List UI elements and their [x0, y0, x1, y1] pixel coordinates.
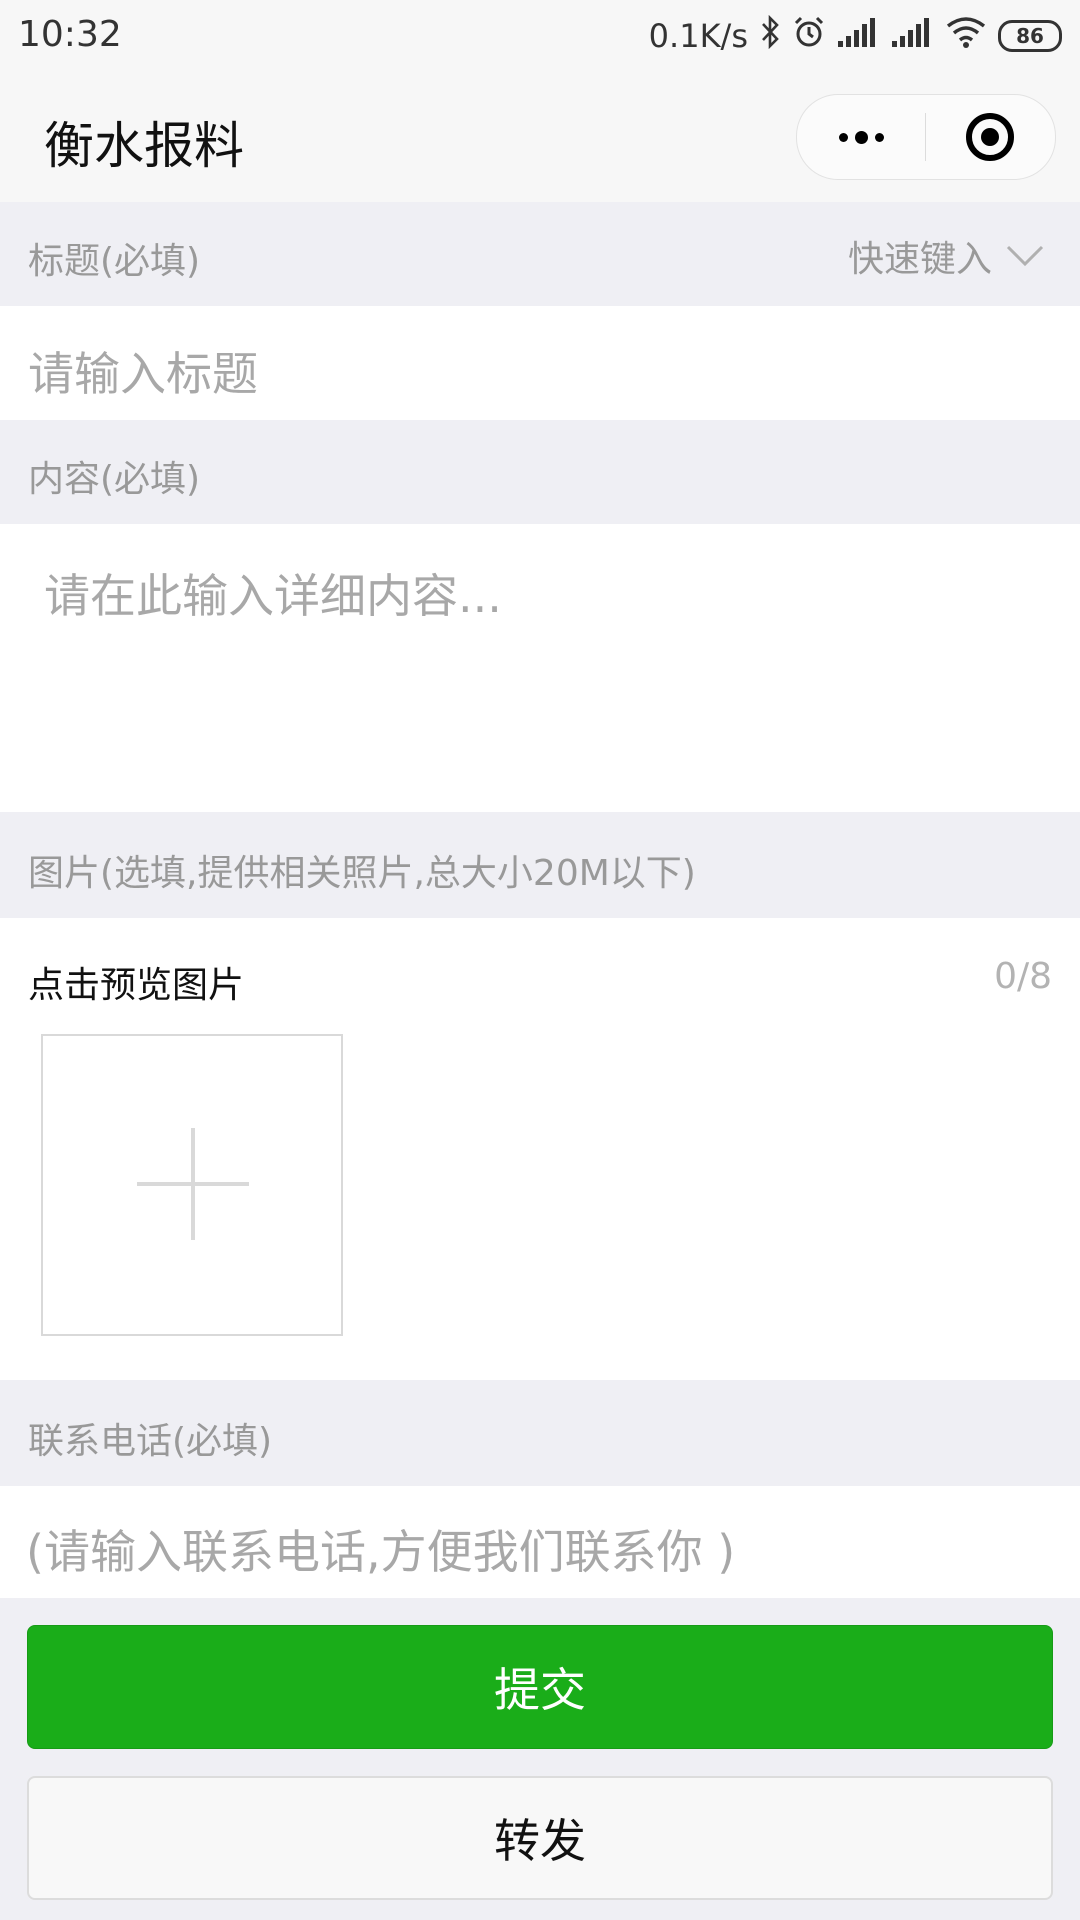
- bluetooth-icon: [760, 14, 780, 57]
- status-bar: 10:32 0.1K/s 86: [0, 0, 1080, 72]
- image-label: 图片(选填,提供相关照片,总大小20M以下): [28, 853, 696, 894]
- phone-label: 联系电话(必填): [28, 1421, 273, 1462]
- title-input[interactable]: 请输入标题: [0, 306, 1080, 420]
- submit-button[interactable]: 提交: [27, 1625, 1053, 1749]
- nav-bar: 衡水报料: [0, 72, 1080, 202]
- target-close-icon: [966, 113, 1014, 161]
- share-button[interactable]: 转发: [27, 1776, 1053, 1900]
- add-image-button[interactable]: [41, 1034, 343, 1336]
- phone-input[interactable]: (请输入联系电话,方便我们联系你 ): [0, 1486, 1080, 1598]
- close-button[interactable]: [926, 95, 1054, 179]
- status-time: 10:32: [18, 14, 122, 55]
- content-section-header: 内容(必填): [0, 420, 1080, 524]
- more-dot-icon: [854, 130, 868, 144]
- image-panel: 点击预览图片 0/8: [0, 918, 1080, 1380]
- quick-input-toggle[interactable]: 快速键入: [848, 230, 1044, 282]
- content-placeholder: 请在此输入详细内容...: [44, 569, 502, 623]
- alarm-icon: [792, 15, 826, 57]
- miniprogram-capsule: [796, 94, 1056, 180]
- wifi-icon: [946, 16, 986, 56]
- signal-icon: [838, 17, 880, 55]
- status-right-group: 0.1K/s 86: [649, 14, 1062, 58]
- phone-placeholder: (请输入联系电话,方便我们联系你 ): [26, 1525, 736, 1579]
- more-dot-icon: [874, 132, 884, 142]
- title-label: 标题(必填): [28, 241, 201, 282]
- quick-input-label: 快速键入: [847, 239, 992, 280]
- title-placeholder: 请输入标题: [28, 347, 258, 401]
- plus-icon-vertical: [191, 1128, 195, 1240]
- more-dot-icon: [838, 132, 848, 142]
- more-button[interactable]: [797, 95, 925, 179]
- page-title: 衡水报料: [44, 117, 244, 175]
- battery-indicator: 86: [998, 20, 1062, 52]
- content-label: 内容(必填): [28, 459, 201, 500]
- image-count: 0/8: [994, 956, 1052, 997]
- content-textarea[interactable]: 请在此输入详细内容...: [0, 524, 1080, 812]
- chevron-down-icon: [1006, 245, 1044, 267]
- battery-level: 86: [1016, 24, 1044, 48]
- signal-icon-2: [892, 17, 934, 55]
- net-speed: 0.1K/s: [648, 17, 748, 55]
- title-section-header: 标题(必填) 快速键入: [0, 202, 1080, 306]
- phone-section-header: 联系电话(必填): [0, 1380, 1080, 1486]
- image-section-header: 图片(选填,提供相关照片,总大小20M以下): [0, 812, 1080, 918]
- preview-label: 点击预览图片: [28, 965, 245, 1006]
